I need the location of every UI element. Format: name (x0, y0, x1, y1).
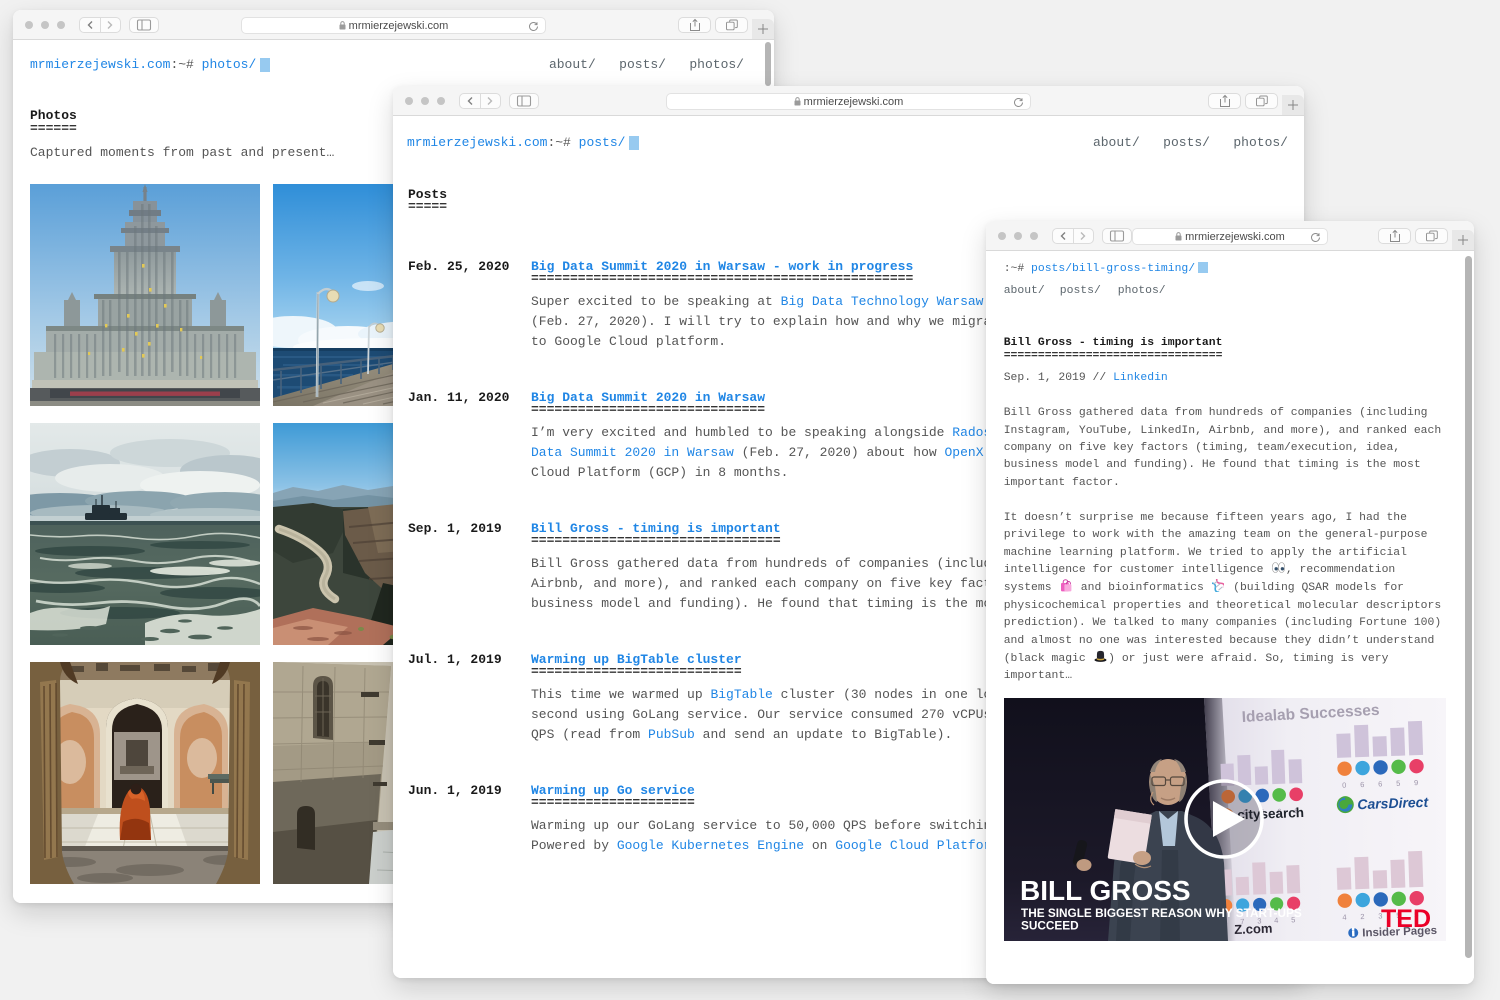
svg-text:6: 6 (1360, 780, 1364, 789)
svg-text:5: 5 (1396, 779, 1400, 788)
svg-text:4: 4 (1342, 913, 1346, 922)
svg-text:9: 9 (1414, 778, 1418, 787)
svg-text:2: 2 (1360, 912, 1364, 921)
svg-text:Z.com: Z.com (1234, 921, 1273, 937)
svg-text:BILL GROSS: BILL GROSS (1020, 875, 1191, 906)
svg-text:6: 6 (1378, 779, 1382, 788)
svg-text:0: 0 (1342, 781, 1346, 790)
svg-text:SUCCEED: SUCCEED (1021, 919, 1079, 933)
svg-text:TED: TED (1381, 905, 1431, 933)
svg-text:CarsDirect: CarsDirect (1357, 794, 1430, 813)
